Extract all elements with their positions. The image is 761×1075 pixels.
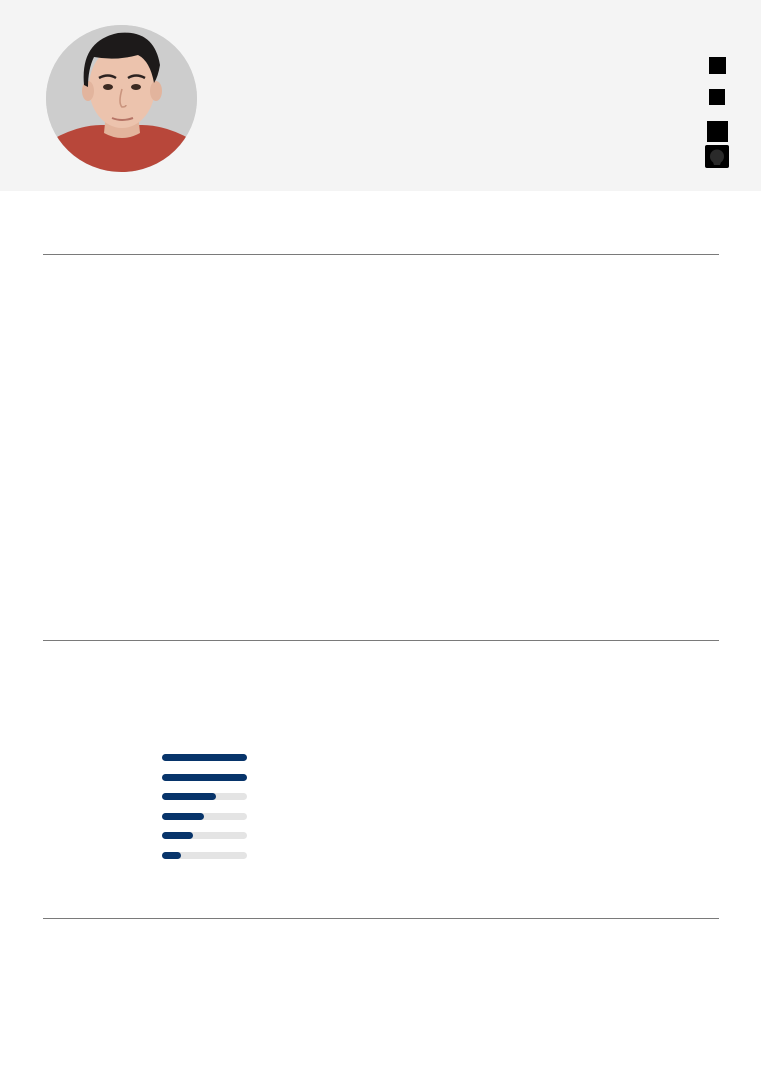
skill-bar-fill: [162, 851, 181, 859]
skill-bar-fill: [162, 812, 204, 820]
skill-bar-track: [162, 851, 247, 859]
skill-bar-track: [162, 754, 247, 761]
github-icon[interactable]: [705, 145, 729, 168]
github-glyph: [710, 149, 724, 165]
skill-bar-fill: [162, 832, 193, 840]
skill-bar-track: [162, 793, 247, 801]
section-divider: [43, 254, 719, 255]
skill-bar-track: [162, 832, 247, 840]
section-divider: [43, 640, 719, 641]
skill-bar-track: [162, 812, 247, 820]
skill-bar-fill: [162, 793, 217, 801]
section-divider: [43, 918, 719, 919]
email-icon[interactable]: [709, 57, 726, 74]
skill-bar-fill: [162, 754, 247, 761]
resume-header: [0, 0, 761, 191]
skill-bar-track: [162, 773, 247, 781]
skill-bar-fill: [162, 773, 247, 781]
profile-photo: [46, 25, 197, 172]
phone-icon[interactable]: [709, 89, 725, 105]
avatar: [46, 25, 197, 172]
skill-level-bars: [162, 754, 247, 872]
linkedin-icon[interactable]: [707, 121, 728, 142]
